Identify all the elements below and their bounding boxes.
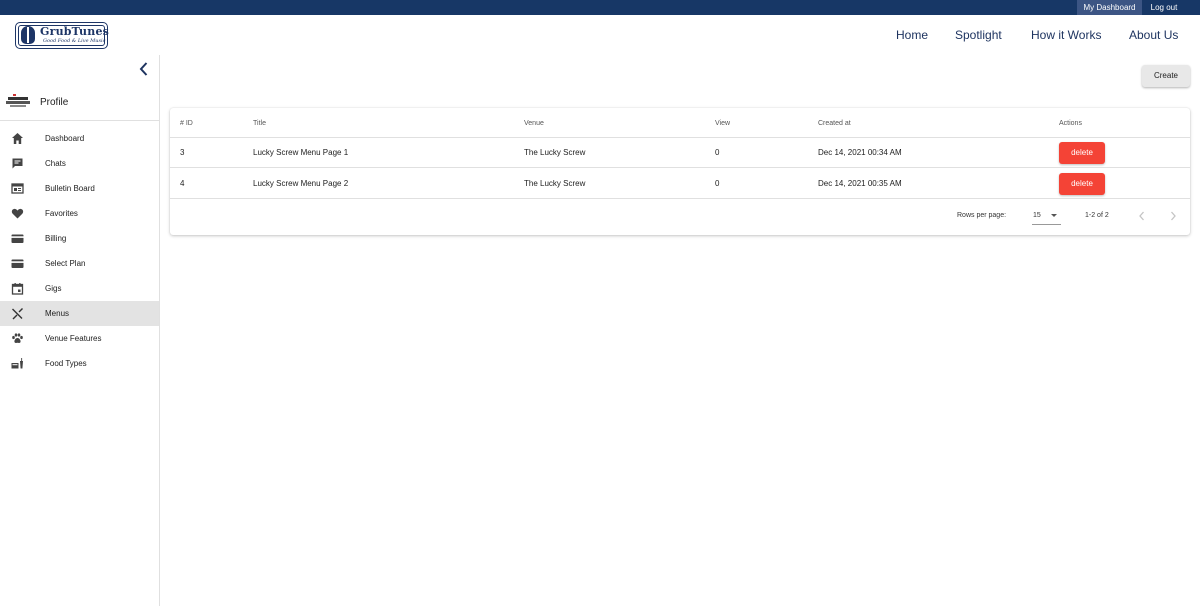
chevron-left-icon: [1139, 211, 1144, 221]
cell-title: Lucky Screw Menu Page 1: [253, 148, 349, 157]
cell-created-at: Dec 14, 2021 00:34 AM: [818, 148, 902, 157]
table-header-row: # ID Title Venue View Created at Actions: [170, 108, 1190, 138]
cell-title: Lucky Screw Menu Page 2: [253, 179, 349, 188]
logout-link[interactable]: Log out: [1144, 0, 1184, 15]
sidebar-profile[interactable]: Profile: [0, 87, 159, 121]
sidebar: Profile Dashboard Chats Bulletin Board F…: [0, 55, 160, 606]
nav-about-us[interactable]: About Us: [1129, 28, 1178, 42]
sidebar-item-billing[interactable]: Billing: [0, 226, 159, 251]
header-created-at[interactable]: Created at: [818, 109, 851, 139]
sidebar-item-label: Gigs: [45, 284, 62, 293]
sidebar-item-label: Venue Features: [45, 334, 102, 343]
sidebar-item-chats[interactable]: Chats: [0, 151, 159, 176]
heart-icon: [11, 207, 24, 220]
cell-view: 0: [715, 179, 720, 188]
sidebar-item-gigs[interactable]: Gigs: [0, 276, 159, 301]
next-page-button[interactable]: [1168, 210, 1178, 222]
cell-view: 0: [715, 148, 720, 157]
nav-how-it-works[interactable]: How it Works: [1031, 28, 1101, 42]
previous-page-button[interactable]: [1137, 210, 1147, 222]
top-bar: My Dashboard Log out: [0, 0, 1200, 15]
sidebar-item-label: Food Types: [45, 359, 87, 368]
table-row[interactable]: 3 Lucky Screw Menu Page 1 The Lucky Scre…: [170, 138, 1190, 168]
rows-per-page-value: 15: [1033, 212, 1041, 219]
sidebar-item-label: Favorites: [45, 209, 78, 218]
sidebar-item-favorites[interactable]: Favorites: [0, 201, 159, 226]
sidebar-item-select-plan[interactable]: Select Plan: [0, 251, 159, 276]
delete-button[interactable]: delete: [1059, 142, 1105, 164]
grubtunes-logo[interactable]: GrubTunes Good Food & Live Music: [15, 22, 110, 49]
my-dashboard-link[interactable]: My Dashboard: [1077, 0, 1142, 15]
chat-icon: [11, 157, 24, 170]
caret-down-icon: [1051, 214, 1057, 217]
logo-tagline: Good Food & Live Music: [43, 38, 106, 44]
venue-logo-avatar: [5, 93, 31, 111]
header-venue[interactable]: Venue: [524, 109, 544, 139]
rows-per-page-select[interactable]: 15: [1032, 207, 1061, 225]
table-pagination: Rows per page: 15 1-2 of 2: [170, 200, 1190, 234]
cell-venue: The Lucky Screw: [524, 148, 586, 157]
credit-card-icon: [11, 257, 24, 270]
guitar-icon: [21, 26, 35, 44]
bulletin-board-icon: [11, 182, 24, 195]
menus-table: # ID Title Venue View Created at Actions…: [170, 108, 1190, 235]
header: GrubTunes Good Food & Live Music Home Sp…: [0, 15, 1200, 55]
sidebar-item-label: Chats: [45, 159, 66, 168]
chevron-left-icon: [139, 62, 148, 76]
logo-title: GrubTunes: [40, 25, 110, 38]
home-icon: [11, 132, 24, 145]
sidebar-menu: Dashboard Chats Bulletin Board Favorites…: [0, 126, 159, 376]
header-actions: Actions: [1059, 120, 1082, 127]
credit-card-icon: [11, 232, 24, 245]
paw-icon: [11, 332, 24, 345]
sidebar-item-label: Menus: [45, 309, 70, 318]
cell-id: 3: [180, 148, 185, 157]
rows-per-page-label: Rows per page:: [957, 212, 1007, 219]
collapse-sidebar-button[interactable]: [137, 61, 151, 77]
cell-id: 4: [180, 179, 185, 188]
sidebar-item-label: Dashboard: [45, 134, 85, 143]
food-icon: [11, 357, 24, 370]
sidebar-item-label: Select Plan: [45, 259, 86, 268]
sidebar-item-venue-features[interactable]: Venue Features: [0, 326, 159, 351]
profile-label: Profile: [40, 97, 69, 108]
sidebar-item-label: Billing: [45, 234, 67, 243]
sidebar-item-menus[interactable]: Menus: [0, 301, 159, 326]
create-button[interactable]: Create: [1142, 65, 1190, 87]
cell-created-at: Dec 14, 2021 00:35 AM: [818, 179, 902, 188]
sidebar-item-food-types[interactable]: Food Types: [0, 351, 159, 376]
sidebar-item-dashboard[interactable]: Dashboard: [0, 126, 159, 151]
header-id[interactable]: # ID: [180, 109, 193, 139]
calendar-icon: [11, 282, 24, 295]
nav-spotlight[interactable]: Spotlight: [955, 28, 1002, 42]
nav-home[interactable]: Home: [896, 28, 928, 42]
table-row[interactable]: 4 Lucky Screw Menu Page 2 The Lucky Scre…: [170, 169, 1190, 199]
utensils-icon: [11, 307, 24, 320]
delete-button[interactable]: delete: [1059, 173, 1105, 195]
cell-venue: The Lucky Screw: [524, 179, 586, 188]
chevron-right-icon: [1171, 211, 1176, 221]
sidebar-item-label: Bulletin Board: [45, 184, 95, 193]
pagination-range: 1-2 of 2: [1085, 212, 1109, 219]
header-view[interactable]: View: [715, 109, 730, 139]
header-title[interactable]: Title: [253, 109, 266, 139]
sidebar-item-bulletin-board[interactable]: Bulletin Board: [0, 176, 159, 201]
